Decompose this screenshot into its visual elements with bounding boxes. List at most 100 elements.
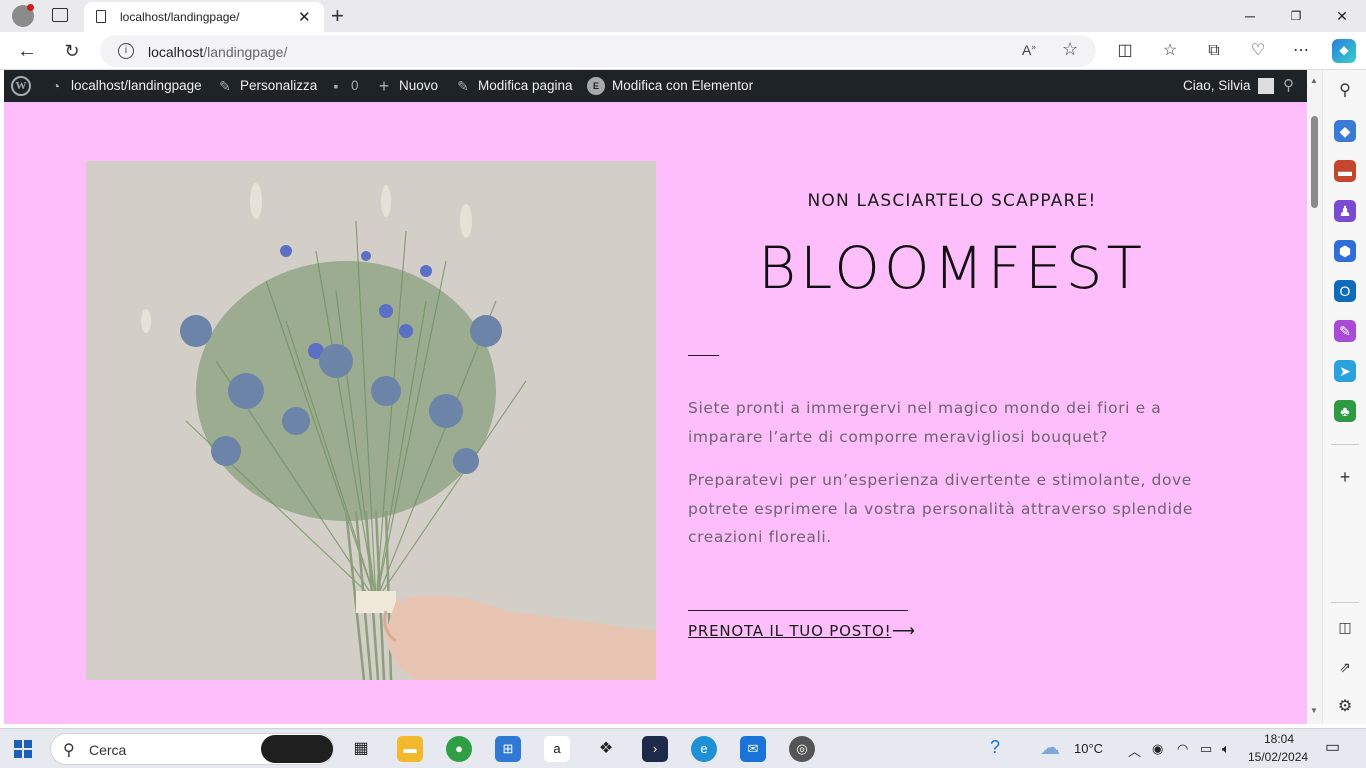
dropbox-icon[interactable]: ❖ — [593, 736, 619, 762]
outlook-icon[interactable]: O — [1334, 280, 1356, 302]
favorite-star-icon[interactable]: ☆ — [1062, 39, 1078, 60]
tools-icon[interactable]: ▬ — [1334, 160, 1356, 182]
new-tab-button[interactable]: + — [331, 3, 344, 29]
wifi-icon[interactable]: ◠ — [1177, 741, 1188, 757]
split-screen-icon[interactable]: ◫ — [1114, 40, 1136, 62]
more-options-icon[interactable]: ⋯ — [1290, 40, 1312, 62]
read-aloud-icon[interactable]: A» — [1022, 42, 1036, 58]
scroll-up-icon[interactable]: ▲ — [1310, 76, 1318, 85]
tab-actions-icon[interactable] — [52, 8, 68, 22]
arrow-right-icon[interactable]: ⟶ — [892, 621, 915, 641]
hero-section: NON LASCIARTELO SCAPPARE! BLOOMFEST Siet… — [4, 102, 1307, 724]
windows-start-icon[interactable] — [14, 740, 32, 758]
pencil-icon: ✎ — [457, 78, 469, 94]
record-icon[interactable]: ◉ — [1152, 741, 1163, 757]
file-explorer-icon[interactable]: ▬ — [397, 736, 423, 762]
close-window-button[interactable]: ✕ — [1332, 6, 1352, 26]
back-icon[interactable]: ← — [16, 40, 38, 62]
tab-title: localhost/landingpage/ — [120, 10, 240, 24]
paintbrush-icon: ✎ — [219, 78, 231, 94]
microsoft-store-icon[interactable]: ⊞ — [495, 736, 521, 762]
info-icon[interactable]: i — [118, 43, 134, 59]
bouquet-photo — [86, 161, 656, 680]
open-external-icon[interactable]: ⇗ — [1334, 656, 1356, 678]
page-scrollbar[interactable]: ▲ ▼ — [1307, 70, 1322, 724]
minimize-button[interactable]: ─ — [1240, 6, 1260, 26]
edge-sidebar: ⚲ ◆ ▬ ♟ ⬢ O ✎ ➤ ♣ + ◫ ⇗ ⚙ — [1322, 70, 1366, 724]
sidebar-divider — [1331, 602, 1359, 603]
amazon-icon[interactable]: a — [544, 736, 570, 762]
telegram-icon[interactable]: ➤ — [1334, 360, 1356, 382]
hero-paragraph-1: Siete pronti a immergervi nel magico mon… — [688, 399, 1162, 446]
elementor-icon: E — [587, 77, 605, 95]
scroll-thumb[interactable] — [1311, 116, 1318, 208]
terminal-app-icon[interactable]: › — [642, 736, 668, 762]
help-icon[interactable]: ? — [990, 737, 1000, 758]
hero-paragraph-2: Preparatevi per un’esperienza divertente… — [688, 471, 1194, 546]
battery-icon[interactable]: ▭ — [1200, 741, 1212, 757]
dashboard-gauge-icon: ◔ — [51, 78, 61, 94]
add-sidebar-app-icon[interactable]: + — [1334, 466, 1356, 488]
mail-icon[interactable]: ✉ — [740, 736, 766, 762]
tree-icon[interactable]: ♣ — [1334, 400, 1356, 422]
favorites-icon[interactable]: ☆ — [1159, 40, 1181, 62]
task-view-icon[interactable]: ▦ — [348, 736, 374, 762]
profile-avatar-icon[interactable] — [12, 4, 34, 27]
collections-icon[interactable]: ⧉ — [1203, 40, 1225, 62]
plus-icon: + — [378, 76, 390, 96]
wp-customize[interactable]: ✎ Personalizza — [217, 70, 317, 102]
cta-top-border — [688, 610, 908, 611]
clock-date[interactable]: 15/02/2024 — [1248, 750, 1308, 764]
wp-admin-bar: W ◔ localhost/landingpage ✎ Personalizza… — [4, 70, 1307, 102]
comment-bubble-icon: ▪ — [333, 78, 339, 94]
settings-gear-icon[interactable]: ⚙ — [1334, 696, 1356, 718]
wordpress-logo-icon[interactable]: W — [11, 70, 31, 102]
chrome-icon[interactable]: ● — [446, 736, 472, 762]
wp-search-icon[interactable]: ⚲ — [1283, 70, 1294, 102]
scroll-down-icon[interactable]: ▼ — [1310, 706, 1318, 715]
restore-button[interactable]: ❐ — [1286, 6, 1306, 26]
refresh-icon[interactable]: ↻ — [61, 40, 83, 62]
wp-new[interactable]: + Nuovo — [376, 70, 438, 102]
hide-sidebar-icon[interactable]: ◫ — [1334, 616, 1356, 638]
address-bar[interactable]: i localhost/landingpage/ A» ☆ — [100, 35, 1096, 67]
copilot-icon[interactable]: ◆ — [1332, 39, 1356, 63]
hero-title: BLOOMFEST — [758, 234, 1146, 302]
search-icon[interactable]: ⚲ — [1334, 80, 1356, 102]
shopping-tag-icon[interactable]: ◆ — [1334, 120, 1356, 142]
browser-tab-active[interactable]: localhost/landingpage/ ✕ — [84, 2, 324, 32]
github-desktop-icon[interactable]: ◎ — [789, 736, 815, 762]
search-icon: ⚲ — [63, 742, 75, 759]
close-tab-icon[interactable]: ✕ — [298, 8, 311, 26]
hero-eyebrow: NON LASCIARTELO SCAPPARE! — [807, 191, 1097, 211]
copilot-search-icon[interactable] — [261, 735, 333, 763]
page-icon — [96, 10, 106, 23]
browser-title-bar: localhost/landingpage/ ✕ + ─ ❐ ✕ — [0, 0, 1366, 32]
title-divider — [688, 355, 719, 356]
search-placeholder: Cerca — [89, 742, 127, 758]
taskbar-search-box[interactable]: ⚲ Cerca — [50, 733, 334, 765]
wp-comments[interactable]: ▪ 0 — [328, 70, 359, 102]
notifications-icon[interactable]: ▭ — [1325, 737, 1340, 757]
wp-site-name[interactable]: ◔ localhost/landingpage — [48, 70, 202, 102]
weather-cloud-icon[interactable]: ☁ — [1040, 735, 1060, 760]
sidebar-divider — [1331, 444, 1359, 445]
avatar — [1257, 78, 1274, 94]
bouquet-illustration — [86, 161, 656, 680]
temperature[interactable]: 10°C — [1074, 741, 1103, 756]
book-your-seat-link[interactable]: PRENOTA IL TUO POSTO! — [688, 622, 891, 640]
designer-icon[interactable]: ✎ — [1334, 320, 1356, 342]
edge-browser-icon[interactable]: e — [691, 736, 717, 762]
browser-essentials-icon[interactable]: ♡ — [1247, 40, 1269, 62]
games-icon[interactable]: ♟ — [1334, 200, 1356, 222]
url-text: localhost/landingpage/ — [148, 44, 288, 60]
windows-taskbar: ⚲ Cerca ▦ ▬ ● ⊞ a ❖ › e ✉ ◎ ? ☁ 10°C ︿ ◉… — [0, 728, 1366, 768]
microsoft-365-icon[interactable]: ⬢ — [1334, 240, 1356, 262]
address-toolbar: ← ↻ i localhost/landingpage/ A» ☆ ◫ ☆ ⧉ … — [0, 32, 1366, 70]
wp-account[interactable]: Ciao, Silvia — [1183, 70, 1274, 102]
clock-time[interactable]: 18:04 — [1264, 732, 1294, 746]
wp-edit-page[interactable]: ✎ Modifica pagina — [455, 70, 572, 102]
volume-icon[interactable]: 🔈︎ — [1222, 741, 1230, 757]
wp-edit-elementor[interactable]: E Modifica con Elementor — [587, 70, 753, 102]
show-hidden-icons[interactable]: ︿ — [1128, 741, 1141, 760]
